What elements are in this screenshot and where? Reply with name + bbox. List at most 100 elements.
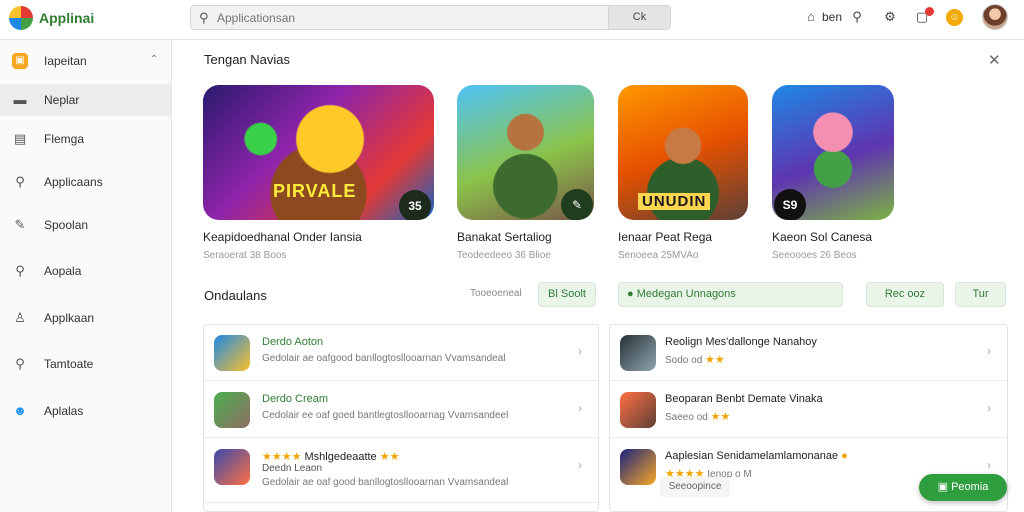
list-item-subtitle: Sodo od ★★	[665, 353, 725, 366]
sort-button[interactable]: Bl Soolt	[538, 282, 596, 307]
sidebar-item-label: Neplar	[44, 93, 80, 107]
featured-overlay-text: PIRVALE	[273, 181, 357, 201]
list-meta: Tooeoeneal	[470, 288, 522, 299]
sidebar-item-label: Flemga	[44, 132, 85, 146]
sidebar-item-0[interactable]: ▣ Iapeitan ⌃	[0, 45, 171, 77]
sidebar-item-7[interactable]: ⚲ Tamtoate	[0, 348, 171, 380]
avatar[interactable]	[982, 4, 1008, 30]
chevron-right-icon[interactable]: ›	[987, 344, 991, 358]
close-icon[interactable]: ✕	[988, 51, 1001, 69]
search-icon[interactable]: ⚲	[848, 8, 866, 26]
chevron-right-icon[interactable]: ›	[987, 401, 991, 415]
featured-game-image[interactable]: ✎	[457, 85, 594, 220]
notification-badge	[925, 7, 934, 16]
list-item-description: Gedolair ae oaf good banllogtosllooarnan…	[262, 477, 509, 488]
search-button[interactable]: Ck	[608, 6, 670, 29]
sidebar-item-label: Aplalas	[44, 404, 84, 418]
featured-subtitle: Teodeedeeo 36 Blioe	[457, 250, 551, 261]
list-item[interactable]: ★★★★ Mshlgedeaatte ★★ Deedn Leaon Gedola…	[204, 439, 598, 503]
featured-title[interactable]: Ienaar Peat Rega	[618, 230, 712, 244]
app-logo-icon[interactable]	[9, 6, 33, 30]
settings-icon[interactable]: ⚙	[881, 8, 899, 26]
bag-icon: ▣	[12, 53, 28, 69]
search-input[interactable]	[217, 8, 597, 28]
section-title-list: Ondaulans	[204, 288, 267, 303]
home-icon[interactable]: ⌂	[802, 8, 820, 26]
list-item-title: ★★★★ Mshlgedeaatte ★★	[262, 450, 399, 463]
app-icon	[214, 335, 250, 371]
list-item-title-text: Mshlgedeaatte	[304, 451, 377, 463]
app-icon	[214, 392, 250, 428]
featured-game-image[interactable]: UNUDIN	[618, 85, 748, 220]
app-icon	[620, 335, 656, 371]
rating-stars: ★★	[705, 354, 725, 366]
list-left: Derdo Aoton Gedolair ae oafgood banllogt…	[203, 324, 599, 512]
search-bar: ⚲ Ck	[190, 5, 671, 30]
featured-title[interactable]: Banakat Sertaliog	[457, 230, 552, 244]
pill-button-tur[interactable]: Tur	[955, 282, 1006, 307]
app-icon	[620, 449, 656, 485]
sidebar-item-6[interactable]: ♙ Applkaan	[0, 302, 171, 334]
monitor-icon: ▬	[13, 92, 27, 107]
sidebar-item-3[interactable]: ⚲ Applicaans	[0, 166, 171, 198]
search-icon: ⚲	[15, 263, 25, 278]
sidebar-item-4[interactable]: ✎ Spoolan	[0, 209, 171, 241]
app-name[interactable]: Applinai	[39, 10, 94, 26]
sidebar-item-label: Applicaans	[44, 175, 103, 189]
featured-title[interactable]: Kaeon Sol Canesa	[772, 230, 872, 244]
header-nav-label[interactable]: ben	[822, 10, 842, 24]
chevron-right-icon[interactable]: ›	[578, 401, 582, 415]
featured-badge: 35	[399, 190, 431, 220]
app-icon	[214, 449, 250, 485]
sidebar-item-label: Spoolan	[44, 218, 89, 232]
chevron-up-icon[interactable]: ⌃	[150, 54, 158, 65]
rating-stars: ★★★★	[262, 451, 302, 463]
sidebar-item-5[interactable]: ⚲ Aopala	[0, 255, 171, 287]
list-item-subtitle: Gedolair ae oafgood banllogtosllooarnan …	[262, 353, 506, 364]
list-item-meta: Saeeo od	[665, 412, 708, 423]
chevron-right-icon[interactable]: ›	[578, 458, 582, 472]
list-item-title: Reolign Mes'dallonge Nanahoy	[665, 336, 817, 348]
list-item-title: Aaplesian Senidamelamlamonanae ●	[665, 450, 848, 462]
featured-game-image[interactable]: S9	[772, 85, 894, 220]
filter-label: Medegan Unnagons	[636, 288, 736, 300]
sidebar: ▣ Iapeitan ⌃ ▬ Neplar ▤ Flemga ⚲ Applica…	[0, 40, 172, 512]
chevron-right-icon[interactable]: ›	[578, 344, 582, 358]
featured-subtitle: Seeoooes 26 Beos	[772, 250, 857, 261]
list-item-title: Beoparan Benbt Demate Vinaka	[665, 393, 823, 405]
featured-title[interactable]: Keapidoedhanal Onder Iansia	[203, 230, 362, 244]
list-item[interactable]: Reolign Mes'dallonge Nanahoy Sodo od ★★ …	[610, 325, 1007, 381]
premium-button[interactable]: ▣ Peomia	[919, 474, 1007, 501]
edit-icon: ✎	[14, 217, 26, 232]
featured-overlay-text: UNUDIN	[638, 193, 711, 210]
sidebar-item-2[interactable]: ▤ Flemga	[0, 123, 171, 155]
list-item-meta: Sodo od	[665, 355, 703, 366]
list-item[interactable]: Beoparan Benbt Demate Vinaka Saeeo od ★★…	[610, 382, 1007, 438]
search-icon: ⚲	[199, 10, 209, 25]
featured-game-image[interactable]: PIRVALE 35	[203, 85, 434, 220]
sidebar-item-label: Applkaan	[44, 311, 95, 325]
section-title-featured: Tengan Navias	[204, 52, 290, 67]
rating-stars: ★★	[710, 411, 731, 423]
list-item-subtitle: Saeeo od ★★	[665, 410, 730, 423]
sidebar-item-1[interactable]: ▬ Neplar	[0, 84, 171, 116]
star-icon: ★★	[379, 451, 400, 463]
search-icon: ⚲	[15, 356, 25, 371]
user-icon: ♙	[14, 310, 26, 325]
filter-dropdown[interactable]: ● Medegan Unnagons	[618, 282, 843, 307]
sidebar-item-8[interactable]: ☻ Aplalas	[0, 395, 171, 427]
sidebar-item-label: Aopala	[44, 264, 82, 278]
list-item[interactable]: Derdo Aoton Gedolair ae oafgood banllogt…	[204, 325, 598, 381]
window-icon: ▤	[13, 131, 27, 146]
featured-badge: S9	[774, 189, 806, 220]
pill-button-rec[interactable]: Rec ooz	[866, 282, 944, 307]
list-item-subtitle: Deedn Leaon	[262, 463, 323, 474]
list-item[interactable]: Derdo Cream Cedolair ee oaf goed bantleg…	[204, 382, 598, 438]
chevron-right-icon[interactable]: ›	[987, 458, 991, 472]
featured-badge: ✎	[561, 189, 593, 220]
people-icon: ☻	[13, 403, 27, 418]
coin-icon[interactable]: ☺	[946, 9, 963, 26]
list-item-title: Derdo Aoton	[262, 336, 324, 348]
featured-subtitle: Senoeea 25MVAo	[618, 250, 699, 261]
sidebar-item-label: Tamtoate	[44, 357, 94, 371]
